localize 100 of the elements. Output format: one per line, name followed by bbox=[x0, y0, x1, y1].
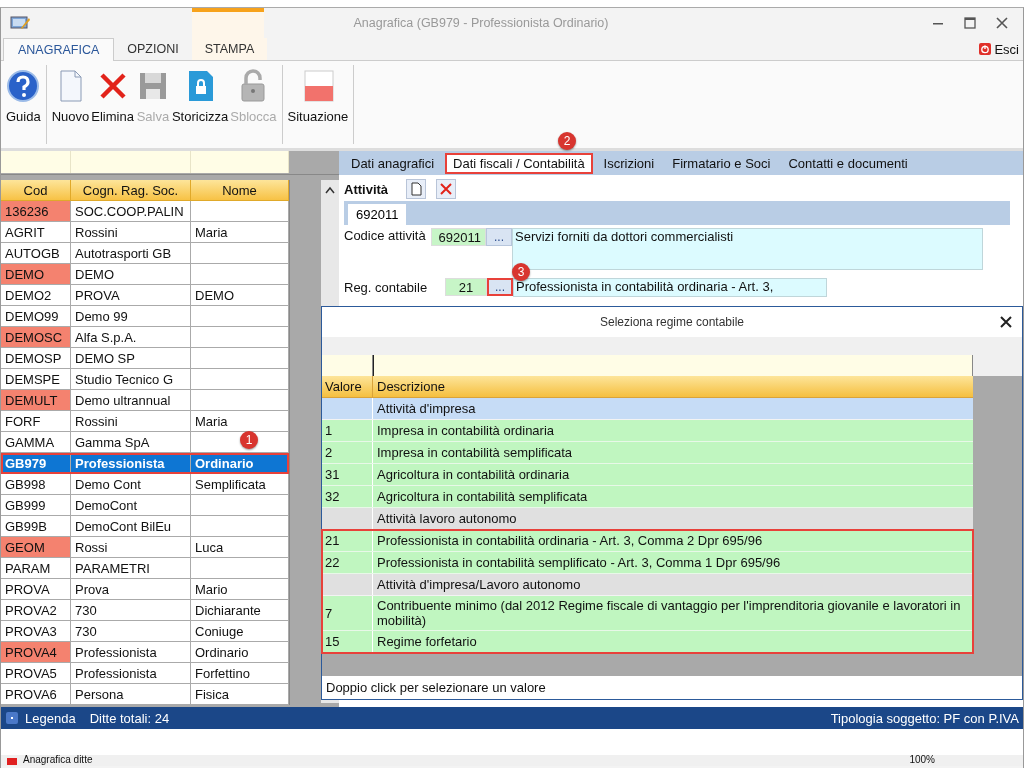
toolbar-button[interactable]: Storicizza bbox=[170, 67, 230, 142]
table-cell: Rossini bbox=[71, 411, 191, 432]
table-cell: Impresa in contabilità ordinaria bbox=[377, 423, 555, 438]
status-text: Ditte totali: 24 bbox=[89, 710, 170, 726]
list-row[interactable]: 2 Impresa in contabilità semplificata bbox=[322, 442, 973, 464]
legend-button[interactable]: Legenda bbox=[5, 710, 76, 726]
table-cell: Rossini bbox=[71, 222, 191, 243]
column-header[interactable]: Valore bbox=[322, 376, 373, 397]
table-cell: Professionista bbox=[71, 642, 191, 663]
hint-text: Doppio click per selezionare un valore bbox=[326, 680, 546, 695]
table-cell: Coniuge bbox=[191, 621, 289, 642]
table-cell: 730 bbox=[71, 621, 191, 642]
list-row[interactable]: Attività lavoro autonomo bbox=[322, 508, 973, 530]
list-row[interactable]: 1 Impresa in contabilità ordinaria bbox=[322, 420, 973, 442]
table-cell: DEMO2 bbox=[1, 285, 71, 306]
table-cell: Luca bbox=[191, 537, 289, 558]
list-row[interactable]: 7 Contribuente minimo (dal 2012 Regime fiscale di vantaggio per l'imprenditoria giovanile e lavoratori in mobilità) bbox=[322, 596, 973, 631]
activity-tab[interactable]: 692011 bbox=[348, 204, 407, 225]
table-cell: Forfettino bbox=[191, 663, 289, 684]
table-cell: 1 bbox=[325, 423, 333, 438]
column-header[interactable]: Descrizione bbox=[373, 376, 973, 397]
window-title: Anagrafica (GB979 - Professionista Ordinario) bbox=[352, 16, 610, 30]
dialog-title: Seleziona regime contabile bbox=[599, 315, 745, 329]
grid-row[interactable]: GB979 Professionista Ordinario bbox=[1, 453, 289, 474]
table-cell: GB979 bbox=[1, 453, 71, 474]
code-field[interactable]: 692011 bbox=[431, 228, 486, 246]
list-row[interactable]: 21 Professionista in contabilità ordinaria - Art. 3, Comma 2 Dpr 695/96 bbox=[322, 530, 973, 552]
table-cell: Agricoltura in contabilità semplificata bbox=[377, 489, 588, 504]
list-row[interactable]: Attività d'impresa bbox=[322, 398, 973, 420]
new-button[interactable] bbox=[406, 179, 427, 199]
list-row[interactable]: 31 Agricoltura in contabilità ordinaria bbox=[322, 464, 973, 486]
lookup-button[interactable]: ... bbox=[486, 228, 512, 246]
list-row[interactable]: 22 Professionista in contabilità semplificato - Art. 3, Comma 1 Dpr 695/96 bbox=[322, 552, 973, 574]
section-title: Attività bbox=[344, 181, 389, 197]
legend-icon bbox=[5, 711, 19, 725]
table-cell: FORF bbox=[1, 411, 71, 432]
table-cell: Alfa S.p.A. bbox=[71, 327, 191, 348]
table-cell: PROVA bbox=[1, 579, 71, 600]
table-cell: PARAM bbox=[1, 558, 71, 579]
table-cell: Agricoltura in contabilità ordinaria bbox=[377, 467, 570, 482]
table-cell: 31 bbox=[325, 467, 340, 482]
table-cell: Ordinario bbox=[191, 453, 289, 474]
table-cell: Attività d'impresa bbox=[377, 401, 476, 416]
ribbon-tab[interactable]: ANAGRAFICA bbox=[3, 38, 115, 61]
close-icon[interactable] bbox=[995, 16, 1009, 30]
table-cell: PARAMETRI bbox=[71, 558, 191, 579]
section-tab[interactable]: Iscrizioni bbox=[596, 153, 662, 173]
power-icon bbox=[979, 43, 992, 55]
list-row[interactable]: Attività d'impresa/Lavoro autonomo bbox=[322, 574, 973, 596]
table-cell: DEMO SP bbox=[71, 348, 191, 369]
table-cell: Professionista bbox=[71, 663, 191, 684]
description-field[interactable]: Professionista in contabilità ordinaria - Art. 3, bbox=[513, 278, 827, 297]
table-cell: Professionista bbox=[71, 453, 191, 474]
section-tab[interactable]: Firmatario e Soci bbox=[665, 153, 778, 173]
table-cell: DemoCont BilEu bbox=[71, 516, 191, 537]
table-cell: Maria bbox=[191, 411, 289, 432]
exit-button[interactable]: Esci bbox=[979, 41, 1019, 57]
field-label: Codice attività bbox=[344, 228, 427, 245]
app-icon bbox=[9, 14, 31, 32]
column-header[interactable]: Cod bbox=[1, 180, 71, 201]
ribbon-tab[interactable]: OPZIONI bbox=[114, 38, 192, 60]
lookup-button[interactable]: ... bbox=[487, 278, 513, 296]
table-cell: Impresa in contabilità semplificata bbox=[377, 445, 573, 460]
status-text: Tipologia soggetto: PF con P.IVA bbox=[830, 710, 1019, 726]
table-cell: DEMO bbox=[71, 264, 191, 285]
table-cell: Semplificata bbox=[191, 474, 289, 495]
table-cell: PROVA5 bbox=[1, 663, 71, 684]
toolbar-button[interactable]: Situazione bbox=[286, 67, 350, 142]
table-cell: Mario bbox=[191, 579, 289, 600]
delete-button[interactable] bbox=[436, 179, 457, 199]
section-tab[interactable]: Dati fiscali / Contabilità bbox=[445, 152, 593, 174]
table-cell: PROVA2 bbox=[1, 600, 71, 621]
table-cell: 15 bbox=[325, 634, 340, 649]
table-cell: PROVA6 bbox=[1, 684, 71, 705]
toolbar-button[interactable]: Guida bbox=[5, 67, 42, 142]
table-cell: 2 bbox=[325, 445, 333, 460]
section-tab[interactable]: Dati anagrafici bbox=[344, 153, 442, 173]
table-cell: DEMULT bbox=[1, 390, 71, 411]
section-tab[interactable]: Contatti e documenti bbox=[781, 153, 915, 173]
maximize-icon[interactable] bbox=[963, 16, 977, 30]
toolbar-button[interactable]: Nuovo bbox=[50, 67, 91, 142]
column-header[interactable]: Nome bbox=[191, 180, 289, 201]
table-cell: GEOM bbox=[1, 537, 71, 558]
table-cell: Ordinario bbox=[191, 642, 289, 663]
list-row[interactable]: 32 Agricoltura in contabilità semplificata bbox=[322, 486, 973, 508]
table-cell: Attività d'impresa/Lavoro autonomo bbox=[377, 577, 581, 592]
table-cell: Studio Tecnico G bbox=[71, 369, 191, 390]
scroll-up-icon[interactable] bbox=[325, 186, 336, 194]
ribbon-tab[interactable]: STAMPA bbox=[191, 38, 268, 60]
table-cell: Persona bbox=[71, 684, 191, 705]
table-cell: Attività lavoro autonomo bbox=[377, 511, 517, 526]
zoom-level: 100% bbox=[909, 755, 935, 765]
toolbar-button[interactable]: Elimina bbox=[90, 67, 135, 142]
code-field[interactable]: 21 bbox=[445, 278, 487, 296]
table-cell: DEMOSP bbox=[1, 348, 71, 369]
close-icon[interactable] bbox=[1000, 316, 1012, 328]
list-row[interactable]: 15 Regime forfetario bbox=[322, 631, 973, 653]
table-cell: PROVA4 bbox=[1, 642, 71, 663]
field-label: Reg. contabile bbox=[344, 279, 429, 297]
column-header[interactable]: Cogn. Rag. Soc. bbox=[71, 180, 191, 201]
